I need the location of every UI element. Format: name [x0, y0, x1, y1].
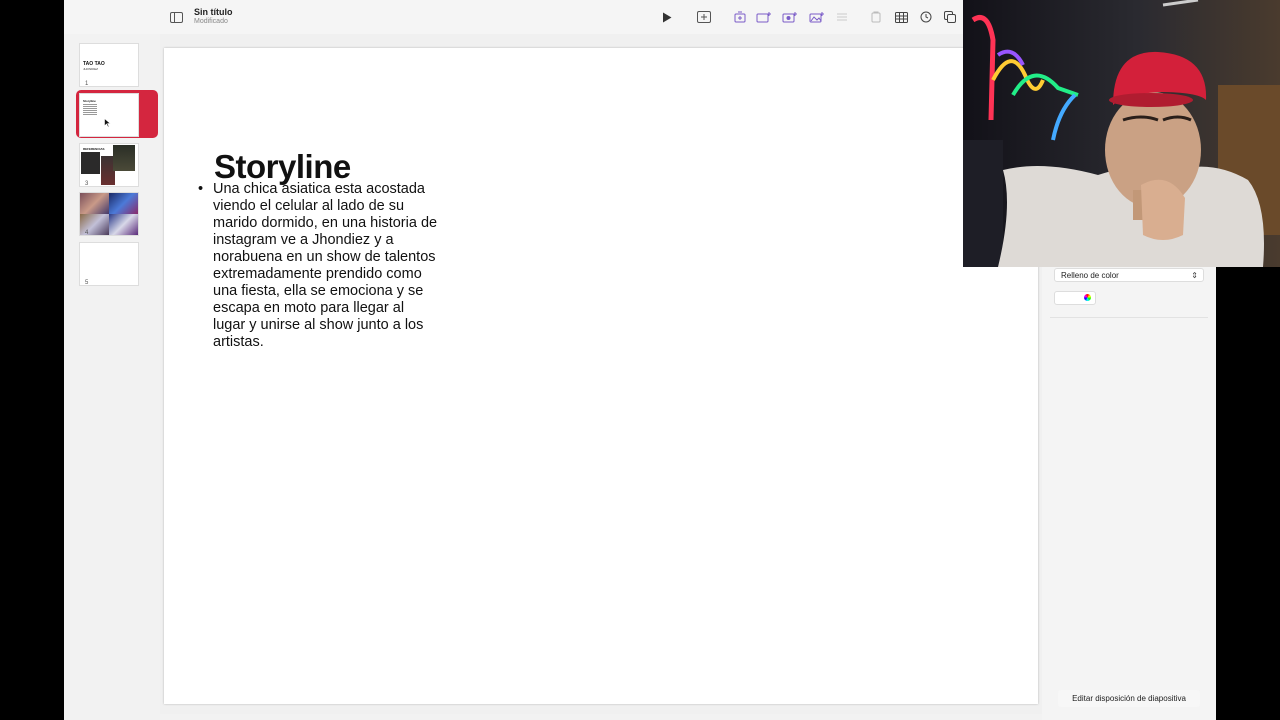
document-title: Sin título [194, 7, 233, 17]
divider [1050, 317, 1208, 318]
thumb-photo [81, 152, 100, 174]
thumb-title: REFERENCIAS [83, 147, 105, 151]
thumb-text-lines [83, 104, 97, 116]
add-slide-icon[interactable] [696, 9, 712, 25]
chart-icon[interactable] [756, 9, 772, 25]
chevron-updown-icon: ⇕ [1191, 271, 1198, 280]
bullet-marker: • [198, 181, 204, 197]
slide-number: 4 [85, 230, 89, 236]
text-icon[interactable] [834, 9, 850, 25]
bullet-text[interactable]: Una chica asiatica esta acostada viendo … [213, 181, 438, 351]
slide-number: 2 [85, 130, 89, 136]
sidebar-icon[interactable] [168, 9, 184, 25]
webcam-image [963, 0, 1280, 267]
document-status: Modificado [194, 18, 228, 25]
fill-type-label: Relleno de color [1061, 271, 1119, 280]
shape-icon[interactable] [868, 9, 884, 25]
table-icon[interactable] [893, 9, 909, 25]
thumb-subtitle: JHONDIEZ [83, 67, 98, 71]
slide-number: 1 [85, 81, 89, 87]
photo-icon[interactable] [809, 9, 825, 25]
thumb-photo [109, 214, 138, 235]
thumb-photo [109, 193, 138, 214]
animate-icon[interactable] [732, 9, 748, 25]
thumb-photo [80, 193, 109, 214]
media-icon[interactable] [782, 9, 798, 25]
cursor-icon [104, 118, 111, 128]
edit-slide-layout-button[interactable]: Editar disposición de diapositiva [1058, 690, 1200, 707]
thumb-photo [113, 145, 135, 171]
play-icon[interactable] [659, 9, 675, 25]
timer-icon[interactable] [918, 9, 934, 25]
fill-type-select[interactable]: Relleno de color ⇕ [1054, 268, 1204, 282]
copy-icon[interactable] [942, 9, 958, 25]
slide-number: 3 [85, 181, 89, 187]
color-wheel-icon[interactable] [1084, 294, 1091, 301]
current-slide[interactable]: Storyline • Una chica asiatica esta acos… [164, 48, 1038, 704]
thumb-title: Storyline [83, 99, 96, 103]
webcam-overlay [963, 0, 1280, 267]
fill-color-well[interactable] [1054, 291, 1096, 305]
slide-navigator: TAO TAO JHONDIEZ 1 Storyline 2 REFERENCI… [64, 34, 160, 714]
slide-number: 5 [85, 280, 89, 286]
